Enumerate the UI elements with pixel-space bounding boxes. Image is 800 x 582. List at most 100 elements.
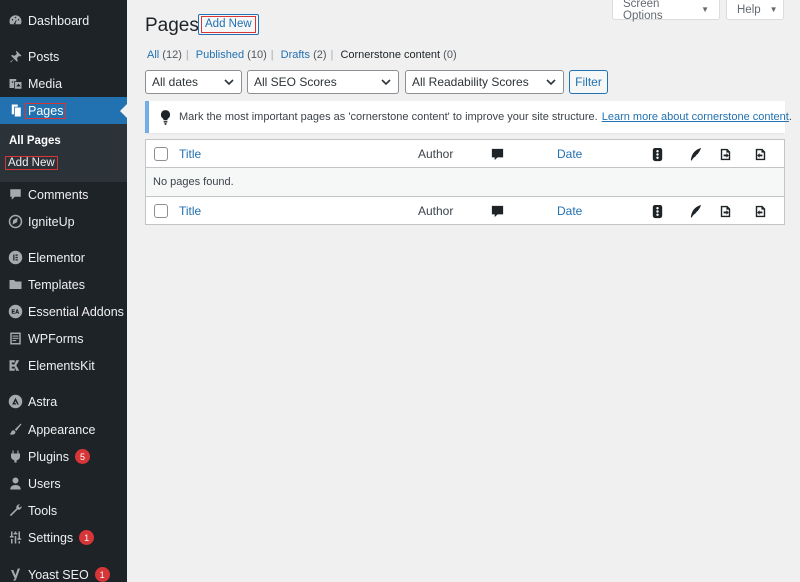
sidebar-item-label: Posts [28, 49, 60, 64]
sidebar-item-label: Elementor [28, 250, 85, 265]
empty-table-message: No pages found. [146, 168, 784, 197]
user-icon [7, 476, 23, 492]
outgoing-links-icon[interactable] [717, 203, 733, 219]
learn-more-link[interactable]: Learn more about cornerstone content [602, 111, 789, 123]
astra-icon [7, 394, 23, 410]
brush-icon [7, 422, 23, 438]
sidebar-item-pages[interactable]: Pages [0, 97, 127, 124]
incoming-links-icon[interactable] [752, 146, 768, 162]
view-separator: | [185, 49, 189, 61]
date-filter-select[interactable]: All dates [145, 70, 242, 94]
yoast-icon [7, 567, 23, 582]
view-all-count: (12) [162, 49, 182, 61]
view-all[interactable]: All [147, 49, 159, 61]
notice-end: . [788, 111, 792, 123]
column-title-footer[interactable]: Title [179, 204, 201, 218]
sidebar-item-label: Tools [28, 503, 58, 518]
ea-icon [7, 304, 23, 320]
column-title-header[interactable]: Title [179, 147, 201, 161]
seo-score-icon[interactable] [649, 203, 665, 219]
sidebar-item-templates[interactable]: Templates [0, 271, 127, 298]
pages-submenu: All Pages Add New [0, 124, 127, 182]
caret-down-icon: ▼ [769, 5, 778, 14]
sidebar-item-appearance[interactable]: Appearance [0, 416, 127, 443]
view-cornerstone[interactable]: Cornerstone content [340, 49, 440, 61]
view-published-count: (10) [247, 49, 267, 61]
status-views: All (12) | Published (10) | Drafts (2) | Co… [147, 49, 457, 61]
sidebar-item-igniteup[interactable]: IgniteUp [0, 208, 127, 235]
view-drafts[interactable]: Drafts [281, 49, 310, 61]
seo-score-icon[interactable] [649, 146, 665, 162]
caret-down-icon: ▼ [701, 5, 709, 14]
readability-icon[interactable] [687, 146, 703, 162]
page-icon [7, 103, 23, 119]
sidebar-item-tools[interactable]: Tools [0, 497, 127, 524]
add-new-button[interactable]: Add New [198, 14, 259, 35]
sidebar-item-plugins[interactable]: Plugins 5 [0, 443, 127, 470]
sidebar-item-users[interactable]: Users [0, 470, 127, 497]
sidebar-item-essential-addons[interactable]: Essential Addons [0, 298, 127, 325]
chevron-down-icon [381, 79, 391, 86]
column-date-header[interactable]: Date [557, 147, 582, 161]
sidebar-item-comments[interactable]: Comments [0, 181, 127, 208]
sidebar-item-label: Yoast SEO [28, 567, 89, 582]
submenu-add-new[interactable]: Add New [5, 156, 58, 170]
readability-score-select[interactable]: All Readability Scores [405, 70, 564, 94]
sidebar-item-media[interactable]: Media [0, 70, 127, 97]
filter-button[interactable]: Filter [569, 70, 608, 94]
incoming-links-icon[interactable] [752, 203, 768, 219]
sidebar-item-label: ElementsKit [28, 358, 95, 373]
sidebar-item-posts[interactable]: Posts [0, 43, 127, 70]
chevron-down-icon [224, 79, 234, 86]
folder-icon [7, 277, 23, 293]
sidebar-item-label: Dashboard [28, 13, 90, 28]
submenu-all-pages[interactable]: All Pages [9, 135, 61, 147]
igniteup-icon [7, 214, 23, 230]
sidebar-item-wpforms[interactable]: WPForms [0, 325, 127, 352]
sidebar-item-dashboard[interactable]: Dashboard [0, 7, 127, 34]
help-button[interactable]: Help ▼ [726, 0, 784, 20]
select-all-checkbox[interactable] [154, 147, 168, 161]
sidebar-item-label: Essential Addons [28, 304, 124, 319]
column-date-footer[interactable]: Date [557, 204, 582, 218]
wrench-icon [7, 503, 23, 519]
cornerstone-notice: Mark the most important pages as 'corner… [145, 101, 792, 133]
dashboard-icon [7, 13, 23, 29]
plugins-update-badge: 5 [75, 449, 90, 464]
form-icon [7, 331, 23, 347]
readability-icon[interactable] [687, 203, 703, 219]
sidebar-item-elementskit[interactable]: ElementsKit [0, 352, 127, 379]
sidebar-item-label: Users [28, 476, 61, 491]
sidebar-item-label: Astra [28, 394, 58, 409]
add-new-label: Add New [201, 16, 256, 33]
date-filter-value: All dates [152, 75, 199, 89]
comment-icon[interactable] [489, 146, 505, 162]
settings-icon [7, 530, 23, 546]
view-published[interactable]: Published [196, 49, 244, 61]
comment-icon[interactable] [489, 203, 505, 219]
sidebar-item-yoast-seo[interactable]: Yoast SEO 1 [0, 561, 127, 582]
column-author-footer: Author [418, 204, 454, 218]
sidebar-item-label: IgniteUp [28, 214, 75, 229]
table-header-row: Title Author Date [146, 140, 784, 168]
readability-score-value: All Readability Scores [412, 75, 529, 89]
seo-score-select[interactable]: All SEO Scores [247, 70, 399, 94]
lightbulb-icon [160, 109, 171, 125]
sidebar-item-label: Plugins [28, 449, 69, 464]
plugin-icon [7, 449, 23, 465]
yoast-badge: 1 [94, 567, 110, 582]
elementor-icon [7, 250, 23, 266]
outgoing-links-icon[interactable] [717, 146, 733, 162]
sidebar-item-label: Comments [28, 187, 89, 202]
sidebar-item-elementor[interactable]: Elementor [0, 244, 127, 271]
sidebar-item-astra[interactable]: Astra [0, 388, 127, 415]
elementskit-icon [7, 358, 23, 374]
view-drafts-count: (2) [313, 49, 327, 61]
sidebar-item-label: Settings [28, 530, 74, 545]
sidebar-item-settings[interactable]: Settings 1 [0, 524, 127, 551]
pin-icon [7, 49, 23, 65]
help-label: Help [737, 3, 761, 16]
select-all-checkbox-footer[interactable] [154, 204, 168, 218]
screen-options-button[interactable]: Screen Options ▼ [612, 0, 720, 22]
comment-icon [7, 187, 23, 203]
